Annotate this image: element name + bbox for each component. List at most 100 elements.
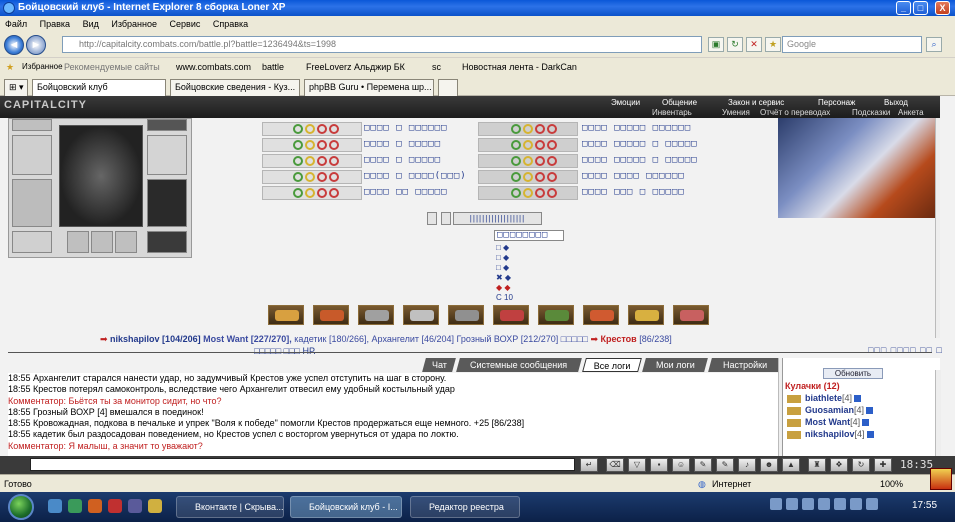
nav-inventory[interactable]: Инвентарь <box>652 108 692 117</box>
scroll-down-arrow-icon[interactable] <box>930 468 952 490</box>
skill-icon[interactable] <box>313 305 349 325</box>
ring-slot-2[interactable] <box>91 231 113 253</box>
favorites-star-icon[interactable]: ★ <box>6 58 14 76</box>
start-button[interactable] <box>8 494 34 520</box>
tab-settings[interactable]: Настройки <box>708 358 782 372</box>
info-icon[interactable] <box>862 419 870 427</box>
user-row[interactable]: nikshapilov[4] <box>787 429 874 440</box>
fighter-name[interactable]: □□□□□ <box>561 334 591 344</box>
fav-item-combats[interactable]: www.combats.com <box>176 58 251 76</box>
nav-exit[interactable]: Выход <box>884 98 908 107</box>
quick-tabs-icon[interactable]: ⊞ ▾ <box>4 79 28 96</box>
skill-icon[interactable] <box>358 305 394 325</box>
nav-law[interactable]: Закон и сервис <box>728 98 784 107</box>
battle-scrollbar[interactable] <box>935 118 940 338</box>
ring-slot-1[interactable] <box>67 231 89 253</box>
nav-skills[interactable]: Умения <box>722 108 750 117</box>
page-link[interactable]: □□□ □□□□ □□ □ <box>868 345 943 355</box>
lock-icon[interactable]: ♜ <box>808 458 826 472</box>
send-icon[interactable]: ↵ <box>580 458 598 472</box>
fighter-name[interactable]: nikshapilov [104/206] <box>110 334 201 344</box>
tool-icon[interactable]: ▲ <box>782 458 800 472</box>
filter-icon[interactable]: ▽ <box>628 458 646 472</box>
taskbar-item-vkontakte[interactable]: Вконтакте | Скрыва... <box>176 496 284 518</box>
fighter-name[interactable]: Грозный ВОХР [212/270] <box>457 334 561 344</box>
refresh-icon[interactable]: ↻ <box>727 37 743 52</box>
user-row[interactable]: Most Want[4] <box>787 417 870 428</box>
tray-icon[interactable] <box>802 498 814 510</box>
quicklaunch-icon[interactable] <box>108 499 122 513</box>
menu-help[interactable]: Справка <box>213 19 248 29</box>
tool-icon[interactable]: ✚ <box>874 458 892 472</box>
minimize-button[interactable]: _ <box>896 1 911 15</box>
menu-view[interactable]: Вид <box>83 19 99 29</box>
boots-slot[interactable] <box>147 231 187 253</box>
person-icon[interactable]: ☺ <box>672 458 690 472</box>
belt-slot[interactable] <box>12 231 52 253</box>
taskbar-item-combats[interactable]: Бойцовский клуб - I... <box>290 496 402 518</box>
armor-slot[interactable] <box>12 179 52 227</box>
user-row[interactable]: biathlete[4] <box>787 393 862 404</box>
tab-combats[interactable]: Бойцовский клуб <box>32 79 166 96</box>
tab-system-messages[interactable]: Системные сообщения <box>456 358 582 372</box>
fighter-name[interactable]: Most Want [227/270], <box>203 334 294 344</box>
info-icon[interactable] <box>854 395 862 403</box>
search-provider-icon[interactable]: ★ <box>765 37 781 52</box>
tray-icon[interactable] <box>786 498 798 510</box>
quicklaunch-icon[interactable] <box>128 499 142 513</box>
ring-slot-3[interactable] <box>115 231 137 253</box>
menu-file[interactable]: Файл <box>5 19 27 29</box>
attack-mid-button[interactable] <box>441 212 451 225</box>
fighter-name[interactable]: кадетик [180/266], <box>294 334 371 344</box>
maximize-button[interactable]: □ <box>913 1 928 15</box>
nav-hints[interactable]: Подсказки <box>852 108 890 117</box>
tab-phpbb[interactable]: phpBB Guru • Перемена шр... <box>304 79 434 96</box>
skill-icon[interactable] <box>493 305 529 325</box>
fighter-name[interactable]: Архангелит [46/204] <box>372 334 457 344</box>
fav-item-suggested[interactable]: Рекомендуемые сайты <box>64 58 160 76</box>
fighter-name[interactable]: Крестов <box>601 334 637 344</box>
skill-icon[interactable] <box>628 305 664 325</box>
music-icon[interactable]: ♪ <box>738 458 756 472</box>
volume-icon[interactable] <box>866 498 878 510</box>
attack-left-button[interactable] <box>427 212 437 225</box>
skill-icon[interactable] <box>448 305 484 325</box>
skill-icon[interactable] <box>538 305 574 325</box>
new-tab-button[interactable] <box>438 79 458 96</box>
save-icon[interactable]: ▪ <box>650 458 668 472</box>
tool-icon[interactable]: ✎ <box>716 458 734 472</box>
nav-communication[interactable]: Общение <box>662 98 697 107</box>
search-input[interactable]: Google <box>782 36 922 53</box>
skill-icon[interactable] <box>583 305 619 325</box>
menu-edit[interactable]: Правка <box>40 19 70 29</box>
quicklaunch-icon[interactable] <box>68 499 82 513</box>
skill-icon[interactable] <box>673 305 709 325</box>
tray-icon[interactable] <box>850 498 862 510</box>
back-button[interactable]: ◄ <box>4 35 24 55</box>
weapon-slot[interactable] <box>12 135 52 175</box>
fav-item-sc[interactable]: sc <box>432 58 441 76</box>
quicklaunch-icon[interactable] <box>88 499 102 513</box>
address-input[interactable]: http://capitalcity.combats.com/battle.pl… <box>62 36 702 53</box>
close-button[interactable]: X <box>935 1 950 15</box>
users-scrollbar[interactable] <box>935 370 941 456</box>
tab-my-logs[interactable]: Мои логи <box>642 358 708 372</box>
stop-icon[interactable]: ✕ <box>746 37 762 52</box>
character-avatar[interactable] <box>59 125 143 227</box>
gift-icon[interactable]: ❖ <box>830 458 848 472</box>
menu-tools[interactable]: Сервис <box>170 19 201 29</box>
attack-go-button[interactable]: |||||||||||||||||| <box>453 212 542 225</box>
tool-icon[interactable]: ✎ <box>694 458 712 472</box>
smiley-icon[interactable]: ☻ <box>760 458 778 472</box>
refresh-users-button[interactable]: Обновить <box>823 368 883 379</box>
nav-profile[interactable]: Анкета <box>898 108 924 117</box>
eraser-icon[interactable]: ⌫ <box>606 458 624 472</box>
menu-favorites[interactable]: Избранное <box>111 19 157 29</box>
zoom-level[interactable]: 100% <box>880 475 903 493</box>
fav-item-battle[interactable]: battle <box>262 58 284 76</box>
nav-character[interactable]: Персонаж <box>818 98 855 107</box>
quicklaunch-icon[interactable] <box>148 499 162 513</box>
compat-icon[interactable]: ▣ <box>708 37 724 52</box>
tab-chat[interactable]: Чат <box>422 358 456 372</box>
tab-combats-info[interactable]: Бойцовские сведения - Куз... <box>170 79 300 96</box>
